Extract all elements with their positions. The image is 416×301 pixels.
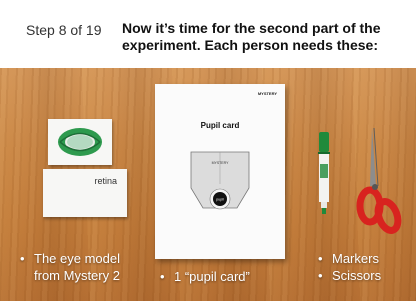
green-marker-icon [318,132,330,214]
retina-label: retina [94,176,117,186]
caption-eye-model-line2: from Mystery 2 [34,268,120,283]
pupil-card-sheet: MYSTERY Pupil card MYSTERY pupil [155,84,285,259]
caption-scissors: Scissors [332,268,382,283]
pupil-card-template: MYSTERY pupil [190,151,250,210]
scissors-icon [356,127,402,234]
eye-model-ring-icon [58,128,102,156]
caption-eye-model: • The eye model from Mystery 2 [20,251,120,283]
caption-eye-model-line1: The eye model [34,251,120,266]
caption-pupil-card-text: 1 “pupil card” [174,269,250,284]
step-counter: Step 8 of 19 [26,22,102,38]
caption-supplies: • Markers • Scissors [318,251,382,283]
pupil-label: pupil [216,198,224,202]
step-title: Now it’s time for the second part of the… [122,20,381,53]
template-brand: MYSTERY [212,161,230,165]
retina-card: retina [43,169,127,217]
caption-pupil-card: • 1 “pupil card” [160,269,250,284]
header: Step 8 of 19 Now it’s time for the secon… [0,0,416,68]
caption-markers: Markers [332,251,379,266]
materials-photo: retina MYSTERY Pupil card MYSTERY pupil … [0,68,416,301]
eye-model-card [48,119,112,165]
